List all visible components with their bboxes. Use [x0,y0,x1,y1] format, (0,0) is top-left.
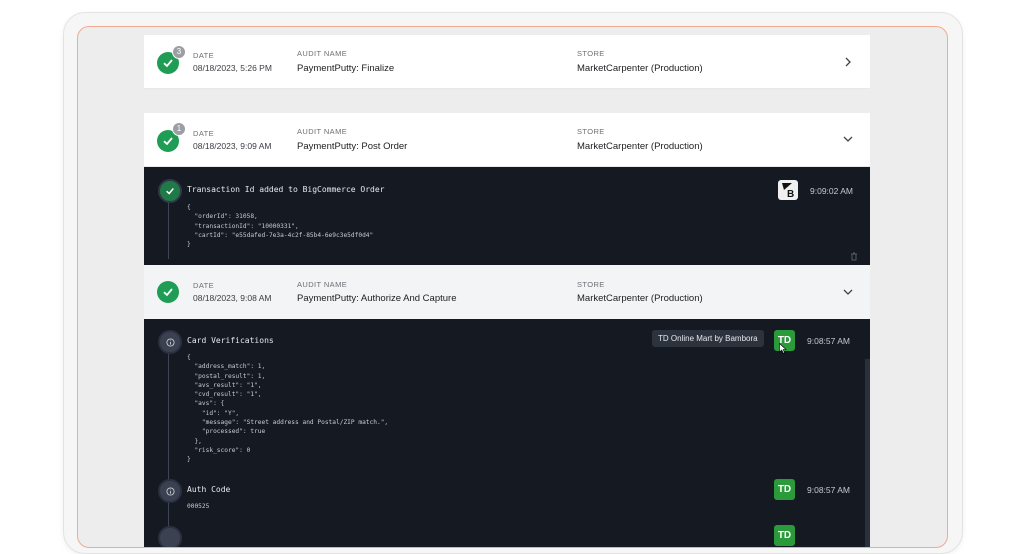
event-payload: 000525 [187,503,210,510]
date-value: 08/18/2023, 9:08 AM [193,293,272,303]
store-label: STORE [577,127,605,136]
event-title: Transaction Id added to BigCommerce Orde… [187,185,385,194]
event-time: 9:08:57 AM [807,336,851,346]
store-value: MarketCarpenter (Production) [577,63,703,74]
trash-icon[interactable] [850,252,858,261]
info-icon [158,479,182,503]
date-value: 08/18/2023, 9:09 AM [193,141,272,151]
td-bank-logo-icon[interactable]: TD [774,479,795,500]
event-payload: { "address_match": 1, "postal_result": 1… [187,354,389,464]
count-badge: 3 [172,45,186,59]
event-time: 9:08:57 AM [807,485,851,495]
store-value: MarketCarpenter (Production) [577,293,703,304]
post-order-events-panel: Transaction Id added to BigCommerce Orde… [144,167,870,265]
mouse-cursor-icon [779,343,787,354]
date-label: DATE [193,281,215,290]
audit-name-value: PaymentPutty: Post Order [297,141,408,152]
scrollbar-track[interactable] [865,359,870,547]
info-icon [158,330,182,354]
info-icon [158,526,182,547]
chevron-right-icon[interactable] [842,56,854,68]
event-title: Card Verifications [187,336,274,345]
success-check-icon [158,179,182,203]
event-time: 9:09:02 AM [810,186,854,196]
audit-name-label: AUDIT NAME [297,49,348,58]
bigcommerce-logo-icon: B [778,180,798,200]
authorize-events-panel: Card Verifications { "address_match": 1,… [144,319,870,547]
audit-card-finalize[interactable]: 3 DATE 08/18/2023, 5:26 PM AUDIT NAME Pa… [144,35,870,89]
event-payload: { "orderId": 31058, "transactionId": "10… [187,204,374,249]
timeline-line [168,352,169,547]
chevron-down-icon[interactable] [842,133,854,145]
store-label: STORE [577,49,605,58]
timeline-line [168,199,169,259]
audit-card-post-order[interactable]: 1 DATE 08/18/2023, 9:09 AM AUDIT NAME Pa… [144,113,870,167]
audit-name-value: PaymentPutty: Authorize And Capture [297,293,457,304]
date-label: DATE [193,51,215,60]
store-label: STORE [577,280,605,289]
event-title: Auth Code [187,485,231,494]
success-check-icon [157,281,179,303]
date-label: DATE [193,129,215,138]
chevron-down-icon[interactable] [842,286,854,298]
count-badge: 1 [172,122,186,136]
store-value: MarketCarpenter (Production) [577,141,703,152]
audit-name-label: AUDIT NAME [297,127,348,136]
td-bank-logo-icon[interactable]: TD [774,525,795,546]
audit-card-authorize-capture[interactable]: DATE 08/18/2023, 9:08 AM AUDIT NAME Paym… [144,265,870,320]
svg-text:B: B [787,189,794,200]
audit-name-label: AUDIT NAME [297,280,348,289]
date-value: 08/18/2023, 5:26 PM [193,63,272,73]
audit-name-value: PaymentPutty: Finalize [297,63,395,74]
app-screen: 3 DATE 08/18/2023, 5:26 PM AUDIT NAME Pa… [77,26,948,548]
provider-tooltip: TD Online Mart by Bambora [652,330,764,347]
